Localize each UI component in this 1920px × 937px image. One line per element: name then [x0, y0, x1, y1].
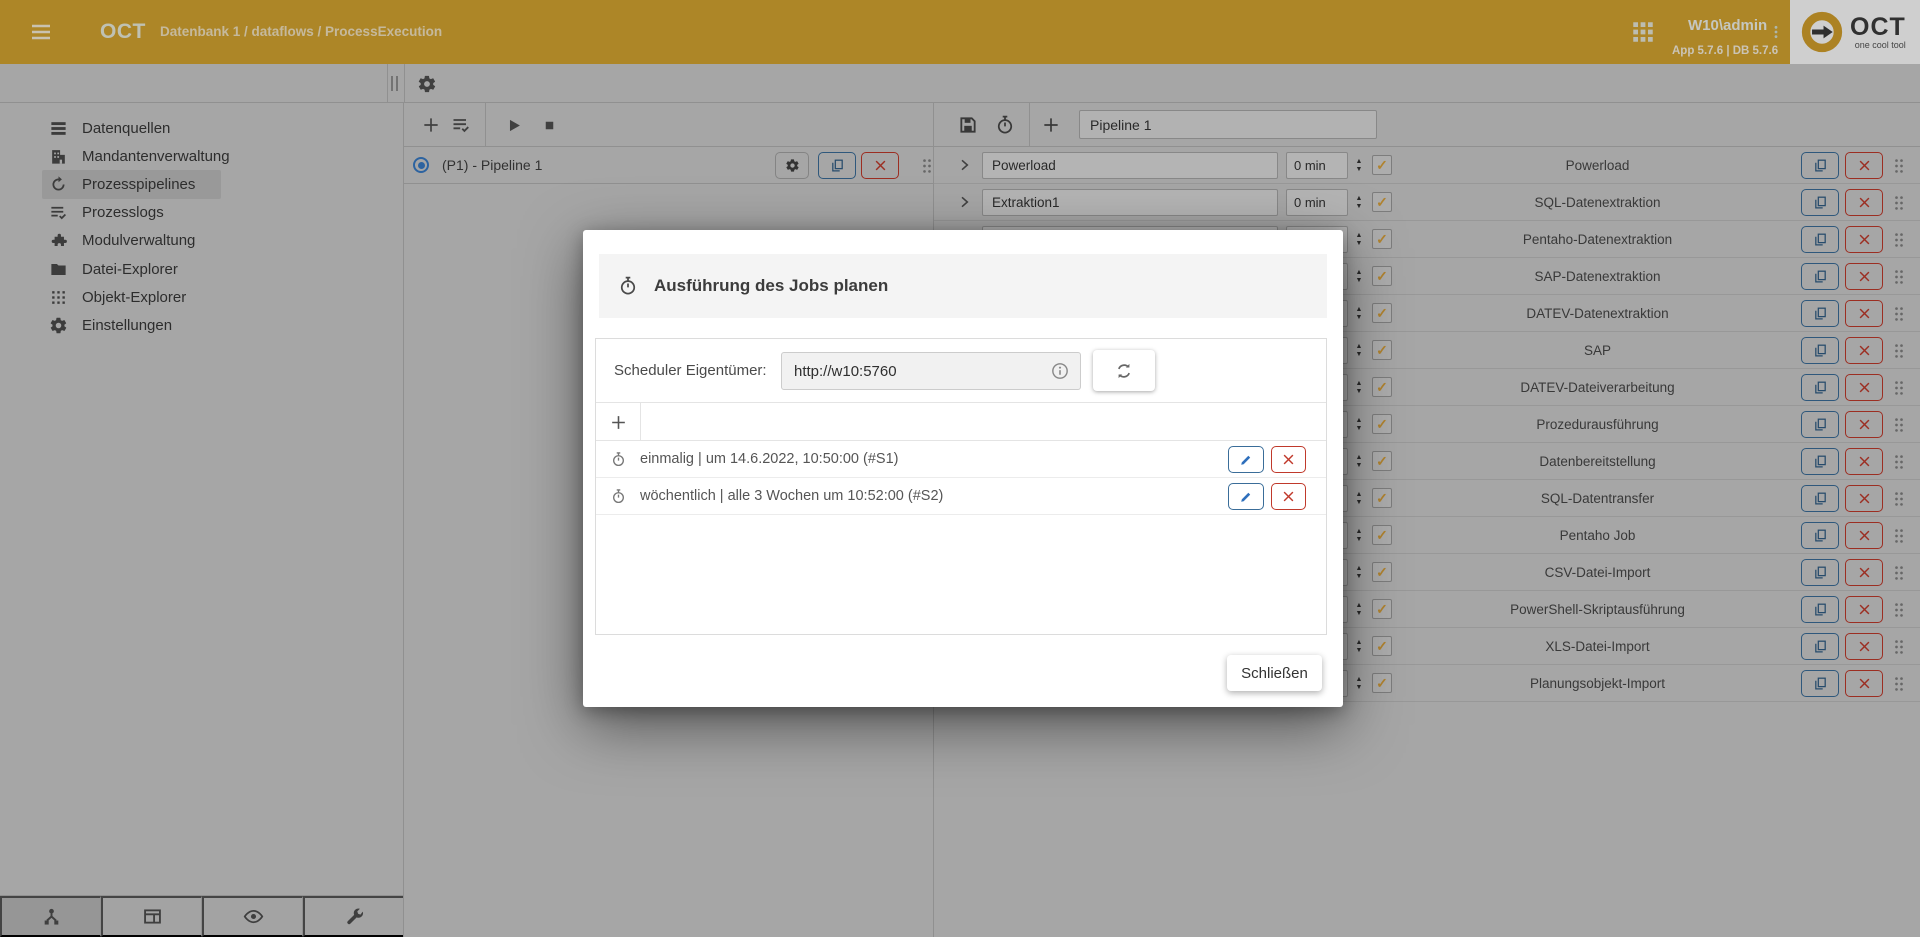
schedule-description: einmalig | um 14.6.2022, 10:50:00 (#S1) — [640, 441, 899, 478]
schedule-list: einmalig | um 14.6.2022, 10:50:00 (#S1) … — [596, 441, 1326, 515]
stopwatch-icon — [610, 451, 627, 468]
stopwatch-icon — [610, 488, 627, 505]
dialog-title: Ausführung des Jobs planen — [654, 276, 888, 296]
close-dialog-button[interactable]: Schließen — [1227, 655, 1322, 691]
add-schedule-button[interactable] — [596, 403, 641, 441]
scheduler-owner-input[interactable] — [781, 352, 1081, 390]
add-icon — [612, 416, 625, 429]
info-icon[interactable] — [1050, 361, 1070, 381]
refresh-scheduler-button[interactable] — [1093, 350, 1155, 391]
schedule-list-header — [596, 403, 1326, 441]
pencil-icon — [1241, 492, 1250, 501]
edit-schedule-button[interactable] — [1228, 483, 1264, 510]
delete-schedule-button[interactable] — [1271, 483, 1306, 510]
schedule-row: wöchentlich | alle 3 Wochen um 10:52:00 … — [596, 478, 1326, 515]
pencil-icon — [1241, 455, 1250, 464]
sync-icon — [1119, 363, 1130, 377]
schedule-table: Scheduler Eigentümer: einmalig | um 14.6… — [595, 338, 1327, 635]
close-x-icon — [1284, 455, 1293, 464]
close-x-icon — [1284, 492, 1293, 501]
schedule-row: einmalig | um 14.6.2022, 10:50:00 (#S1) — [596, 441, 1326, 478]
schedule-job-dialog: Ausführung des Jobs planen Scheduler Eig… — [583, 230, 1343, 707]
delete-schedule-button[interactable] — [1271, 446, 1306, 473]
scheduler-owner-row: Scheduler Eigentümer: — [596, 339, 1326, 403]
dialog-header: Ausführung des Jobs planen — [599, 254, 1327, 318]
scheduler-owner-label: Scheduler Eigentümer: — [614, 339, 767, 403]
schedule-description: wöchentlich | alle 3 Wochen um 10:52:00 … — [640, 478, 943, 515]
edit-schedule-button[interactable] — [1228, 446, 1264, 473]
oct-app-window: OCT Datenbank 1 / dataflows / ProcessExe… — [0, 0, 1920, 937]
stopwatch-icon — [622, 278, 634, 294]
